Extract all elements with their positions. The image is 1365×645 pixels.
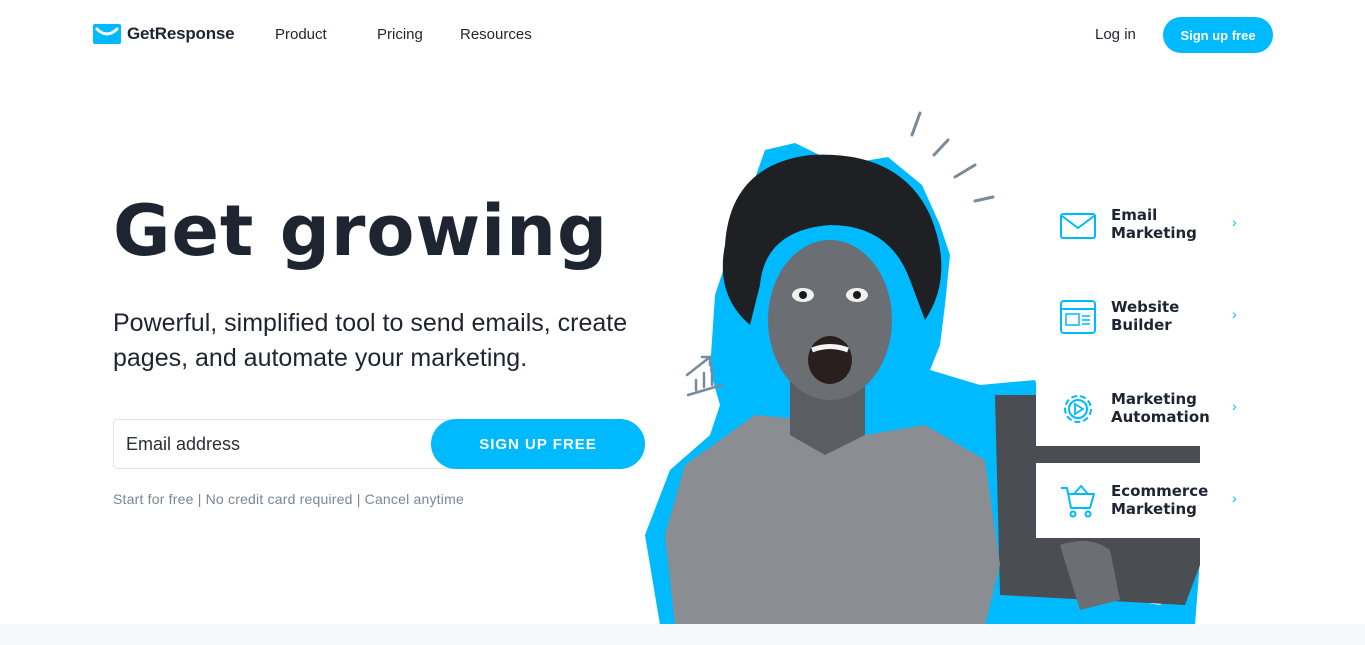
fineprint: Start for free | No credit card required… [113,491,464,507]
browser-window-icon [1060,300,1096,334]
envelope-icon [1060,213,1096,239]
feature-card-label: Email Marketing [1111,206,1197,242]
site-header: GetResponse Product Pricing Resources Lo… [0,0,1365,70]
nav-product[interactable]: Product [275,26,327,43]
feature-card-label: Website Builder [1111,298,1180,334]
signup-top-button[interactable]: Sign up free [1163,17,1273,53]
feature-card-website-builder[interactable]: Website Builder › [1036,279,1237,354]
logo-icon [93,24,121,44]
chevron-right-icon: › [1232,490,1237,506]
nav-pricing[interactable]: Pricing [377,26,423,43]
chevron-right-icon: › [1232,214,1237,230]
section-divider [0,624,1365,645]
chevron-right-icon: › [1232,398,1237,414]
logo-text: GetResponse [127,24,235,43]
nav-resources[interactable]: Resources [460,26,532,43]
person-with-laptop-image [645,111,1200,625]
feature-card-email-marketing[interactable]: Email Marketing › [1036,187,1237,262]
logo[interactable]: GetResponse [93,24,235,44]
feature-card-marketing-automation[interactable]: Marketing Automation › [1036,371,1237,446]
feature-card-label: Ecommerce Marketing [1111,482,1209,518]
login-link[interactable]: Log in [1095,26,1136,43]
feature-card-ecommerce-marketing[interactable]: Ecommerce Marketing › [1036,463,1237,538]
feature-card-label: Marketing Automation [1111,390,1210,426]
gear-play-icon [1064,395,1092,423]
hero-illustration [640,105,1240,625]
chevron-right-icon: › [1232,306,1237,322]
hero-subtitle: Powerful, simplified tool to send emails… [113,309,628,372]
hero-title: Get growing [113,190,609,272]
signup-free-button[interactable]: SIGN UP FREE [431,419,645,469]
shopping-cart-icon [1061,484,1095,518]
email-input[interactable] [113,419,453,469]
